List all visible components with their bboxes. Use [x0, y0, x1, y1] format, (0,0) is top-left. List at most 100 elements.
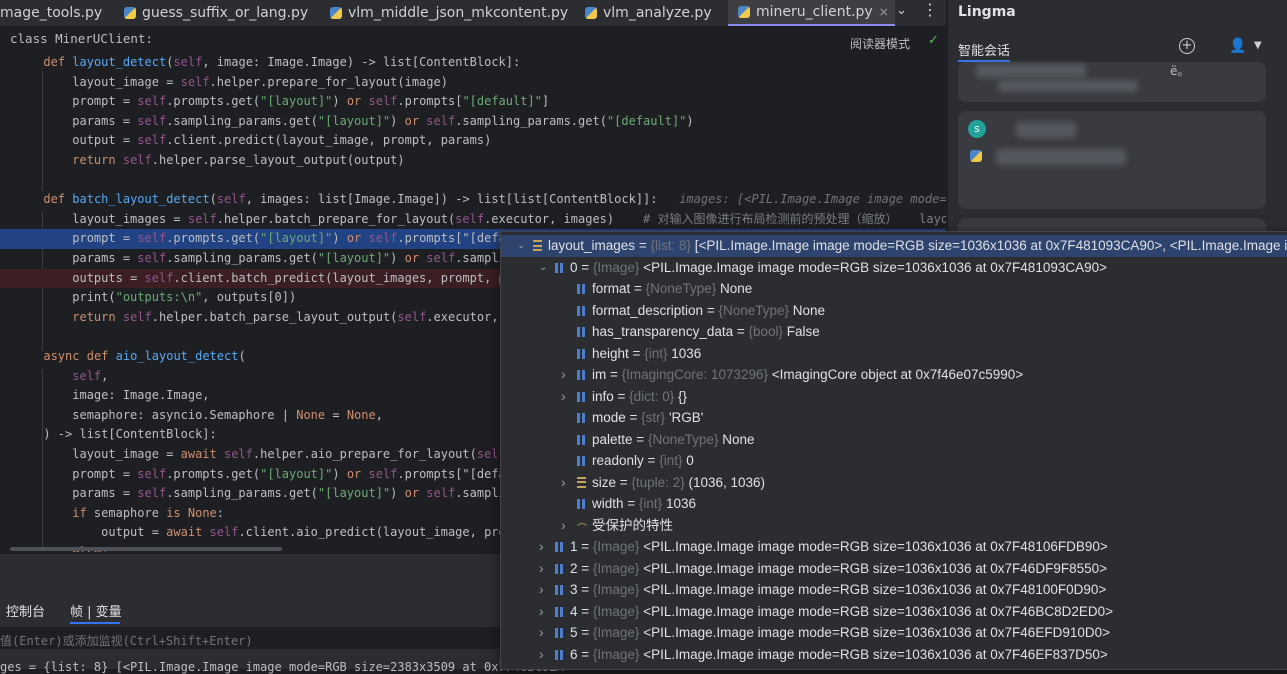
- tab-vlm-analyze[interactable]: vlm_analyze.py: [585, 0, 712, 26]
- code-line[interactable]: output = self.client.predict(layout_imag…: [0, 131, 946, 151]
- chevron-right-icon[interactable]: ›: [561, 515, 566, 537]
- chat-card[interactable]: s: [958, 111, 1266, 209]
- code-line[interactable]: def batch_layout_detect(self, images: li…: [0, 190, 946, 210]
- tab-image-tools[interactable]: mage_tools.py: [0, 0, 102, 26]
- chevron-right-icon[interactable]: ›: [561, 386, 566, 408]
- code-line[interactable]: [0, 171, 946, 191]
- tab-smart-chat[interactable]: 智能会话: [958, 40, 1010, 59]
- variable-name: im: [592, 367, 607, 382]
- variable-tree-row[interactable]: format = {NoneType} None: [501, 278, 1287, 300]
- variable-row[interactable]: ges = {list: 8} [<PIL.Image.Image image …: [0, 660, 564, 674]
- code-line[interactable]: prompt = self.prompts.get("[layout]") or…: [0, 92, 946, 112]
- variable-tree-row[interactable]: › 1 = {Image} <PIL.Image.Image image mode…: [501, 536, 1287, 558]
- code-line[interactable]: layout_images = self.helper.batch_prepar…: [0, 210, 946, 230]
- variable-tree-row[interactable]: ⌄ layout_images = {list: 8} [<PIL.Image.I…: [501, 235, 1287, 257]
- equals-sign: =: [703, 302, 719, 318]
- chevron-right-icon[interactable]: ›: [539, 644, 544, 666]
- check-icon: ✓: [928, 33, 939, 48]
- variable-tree-row[interactable]: › 3 = {Image} <PIL.Image.Image image mode…: [501, 579, 1287, 601]
- variable-type: {NoneType}: [647, 431, 719, 447]
- reader-mode-button[interactable]: 阅读器模式: [850, 35, 910, 52]
- close-icon[interactable]: ×: [879, 5, 889, 19]
- variable-tree-row[interactable]: width = {int} 1036: [501, 493, 1287, 515]
- variable-tree-row[interactable]: readonly = {int} 0: [501, 450, 1287, 472]
- chevron-right-icon[interactable]: ›: [539, 622, 544, 644]
- variable-tree-row[interactable]: mode = {str} 'RGB': [501, 407, 1287, 429]
- variable-value: {}: [674, 388, 687, 404]
- tab-console[interactable]: 控制台: [6, 601, 45, 620]
- field-variable-icon: [577, 284, 585, 294]
- variable-tree-row[interactable]: › 2 = {Image} <PIL.Image.Image image mode…: [501, 558, 1287, 580]
- equals-sign: =: [577, 646, 593, 662]
- equals-sign: =: [577, 560, 593, 576]
- variable-value: False: [783, 324, 820, 339]
- chevron-down-icon[interactable]: ▼: [1254, 40, 1262, 51]
- chevron-down-icon[interactable]: ⌄: [517, 235, 525, 257]
- evaluate-input[interactable]: 值(Enter)或添加监视(Ctrl+Shift+Enter): [0, 632, 253, 649]
- variable-name: format_description: [592, 302, 704, 318]
- code-line[interactable]: return self.helper.parse_layout_output(o…: [0, 151, 946, 171]
- python-file-icon: [738, 6, 750, 18]
- variable-tree-row[interactable]: ⌄ 0 = {Image} <PIL.Image.Image image mode…: [501, 257, 1287, 279]
- equals-sign: =: [628, 345, 645, 361]
- chevron-right-icon[interactable]: ›: [561, 472, 566, 494]
- variable-tree-row[interactable]: › 5 = {Image} <PIL.Image.Image image mode…: [501, 622, 1287, 644]
- chevron-right-icon[interactable]: ›: [561, 364, 566, 386]
- chevron-right-icon[interactable]: ›: [539, 579, 544, 601]
- breadcrumb-class[interactable]: class MinerUClient:: [10, 31, 153, 46]
- chevron-right-icon[interactable]: ›: [539, 558, 544, 580]
- variable-name: height: [592, 345, 629, 361]
- variable-value: (1036, 1036): [684, 474, 766, 490]
- editor-tab-bar: mage_tools.py guess_suffix_or_lang.py vl…: [0, 0, 946, 27]
- chevron-right-icon[interactable]: ›: [539, 536, 544, 558]
- variable-type: {tuple: 2}: [631, 474, 685, 490]
- variable-tree-row[interactable]: height = {int} 1036: [501, 343, 1287, 365]
- variable-tree-row[interactable]: format_description = {NoneType} None: [501, 300, 1287, 322]
- field-variable-icon: [555, 262, 563, 273]
- new-chat-icon[interactable]: +: [1179, 38, 1195, 54]
- variable-tree-row[interactable]: › info = {dict: 0} {}: [501, 386, 1287, 408]
- horizontal-scrollbar[interactable]: [10, 547, 282, 551]
- tab-guess-suffix[interactable]: guess_suffix_or_lang.py: [124, 0, 308, 26]
- variable-type: {Image}: [592, 625, 640, 640]
- more-options-icon[interactable]: ⋮: [922, 0, 938, 19]
- chevron-right-icon[interactable]: ›: [539, 601, 544, 623]
- variable-tree-row[interactable]: › im = {ImagingCore: 1073296} <ImagingCor…: [501, 364, 1287, 386]
- breadcrumb: class MinerUClient:: [0, 27, 946, 49]
- variable-type: {Image}: [592, 259, 640, 275]
- variable-tree-row[interactable]: › size = {tuple: 2} (1036, 1036): [501, 472, 1287, 494]
- chevron-down-icon[interactable]: ⌄: [896, 3, 907, 18]
- equals-sign: =: [577, 259, 593, 275]
- equals-sign: =: [632, 431, 648, 447]
- tab-frames-variables[interactable]: 帧 | 变量: [70, 601, 122, 620]
- variable-value: 0: [682, 453, 694, 468]
- variable-tree-row[interactable]: has_transparency_data = {bool} False: [501, 321, 1287, 343]
- variable-type: {int}: [638, 496, 663, 511]
- variable-tree-row[interactable]: › 6 = {Image} <PIL.Image.Image image mode…: [501, 644, 1287, 666]
- variable-text: 5 = {Image} <PIL.Image.Image image mode=…: [570, 622, 1110, 644]
- code-line[interactable]: layout_image = self.helper.prepare_for_l…: [0, 73, 946, 93]
- variable-text: 2 = {Image} <PIL.Image.Image image mode=…: [570, 558, 1107, 580]
- variable-value: None: [789, 302, 826, 318]
- code-line[interactable]: params = self.sampling_params.get("[layo…: [0, 112, 946, 132]
- variable-type: {list: 8}: [650, 238, 691, 253]
- variable-tree-row[interactable]: › 4 = {Image} <PIL.Image.Image image mode…: [501, 601, 1287, 623]
- tab-label: vlm_analyze.py: [603, 5, 712, 21]
- variable-text: palette = {NoneType} None: [592, 429, 755, 451]
- variable-tree-row[interactable]: palette = {NoneType} None: [501, 429, 1287, 451]
- list-variable-icon: [577, 476, 586, 488]
- variable-tree-row[interactable]: › ⌒ 受保护的特性: [501, 515, 1287, 537]
- user-icon[interactable]: 👤: [1229, 38, 1246, 54]
- chevron-down-icon[interactable]: ⌄: [539, 257, 547, 279]
- field-variable-icon: [577, 327, 585, 337]
- chat-card[interactable]: ё。: [958, 62, 1266, 102]
- code-line[interactable]: def layout_detect(self, image: Image.Ima…: [0, 53, 946, 73]
- variable-value: <PIL.Image.Image image mode=RGB size=103…: [639, 259, 1108, 275]
- debug-variable-popup[interactable]: ⌄ layout_images = {list: 8} [<PIL.Image.I…: [500, 231, 1287, 670]
- tab-mineru-client[interactable]: mineru_client.py ×: [728, 0, 895, 26]
- variable-type: {Image}: [592, 646, 640, 662]
- field-variable-icon: [577, 434, 585, 445]
- tab-label: vlm_middle_json_mkcontent.py: [348, 5, 569, 21]
- variable-type: {NoneType}: [718, 302, 790, 318]
- tab-vlm-middle-json[interactable]: vlm_middle_json_mkcontent.py: [330, 0, 568, 26]
